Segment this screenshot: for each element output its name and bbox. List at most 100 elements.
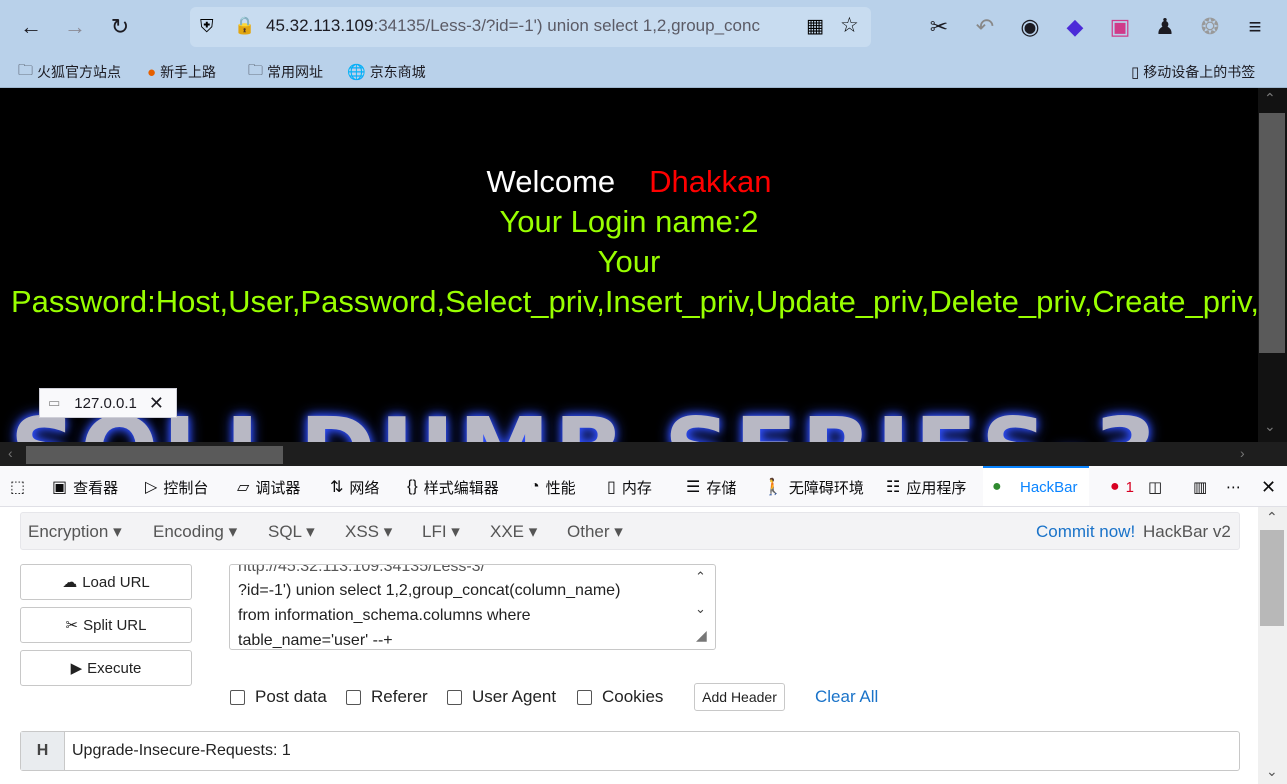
referer-checkbox[interactable]: Referer bbox=[346, 687, 428, 707]
clear-all-link[interactable]: Clear All bbox=[815, 687, 878, 707]
tab-hackbar[interactable]: ● HackBar bbox=[983, 466, 1089, 506]
puzzle-extension-icon[interactable]: ❂ bbox=[1192, 8, 1228, 46]
tab-console[interactable]: ▷ 控制台 bbox=[145, 476, 208, 498]
split-url-button[interactable]: ✂ Split URL bbox=[20, 607, 192, 643]
menu-encoding[interactable]: Encoding ▾ bbox=[153, 522, 237, 542]
panel-scroll-thumb[interactable] bbox=[1260, 530, 1284, 626]
qr-code-icon[interactable]: ▦ bbox=[806, 15, 824, 38]
scroll-down-icon[interactable]: ⌄ bbox=[1264, 418, 1276, 435]
tab-label: 内存 bbox=[621, 479, 652, 497]
status-tooltip: ▭ 127.0.0.1 ✕ bbox=[39, 388, 177, 418]
login-name-text: Your Login name:2 bbox=[499, 204, 759, 239]
bookmark-jd[interactable]: 🌐 京东商城 bbox=[347, 61, 426, 83]
dock-icon[interactable]: ▥ bbox=[1193, 476, 1207, 498]
textarea-scroll-down-icon[interactable]: ⌄ bbox=[695, 601, 706, 617]
menu-other[interactable]: Other ▾ bbox=[567, 522, 623, 542]
circle-extension-icon[interactable]: ◉ bbox=[1012, 8, 1048, 46]
page-content: Welcome Dhakkan Your Login name:2 Your Pa… bbox=[0, 88, 1258, 442]
caret-down-icon: ▾ bbox=[451, 522, 460, 541]
cookies-checkbox[interactable]: Cookies bbox=[577, 687, 663, 707]
tab-inspector[interactable]: ▣ 查看器 bbox=[52, 476, 118, 498]
menu-sql[interactable]: SQL ▾ bbox=[268, 522, 315, 542]
scroll-thumb[interactable] bbox=[1259, 113, 1285, 353]
url-textarea[interactable]: http://45.32.113.109:34135/Less-3/ ?id=-… bbox=[229, 564, 716, 650]
tab-label: 查看器 bbox=[73, 479, 119, 497]
cloud-download-icon: ☁ bbox=[62, 574, 78, 591]
close-devtools-icon[interactable]: ✕ bbox=[1261, 476, 1276, 498]
debugger-icon: ▱ bbox=[237, 479, 250, 496]
bookmark-star-icon[interactable]: ☆ bbox=[840, 13, 859, 38]
load-url-button[interactable]: ☁ Load URL bbox=[20, 564, 192, 600]
tab-storage[interactable]: ☰ 存储 bbox=[686, 476, 736, 498]
menu-xxe[interactable]: XXE ▾ bbox=[490, 522, 537, 542]
layers-extension-icon[interactable]: ◆ bbox=[1057, 8, 1093, 46]
accessibility-icon: 🚶 bbox=[763, 479, 783, 496]
menu-icon[interactable]: ≡ bbox=[1237, 8, 1273, 46]
tab-performance[interactable]: ◔ 性能 bbox=[530, 476, 576, 498]
header-value-input[interactable]: Upgrade-Insecure-Requests: 1 bbox=[72, 742, 291, 760]
colorful-extension-icon[interactable]: ▣ bbox=[1102, 8, 1138, 46]
caret-down-icon: ▾ bbox=[383, 522, 393, 541]
checkbox-box[interactable] bbox=[577, 689, 592, 705]
horizontal-scroll-thumb[interactable] bbox=[26, 446, 283, 464]
page-vertical-scrollbar[interactable]: ⌃ ⌄ bbox=[1258, 88, 1287, 442]
scroll-up-icon[interactable]: ⌃ bbox=[1266, 509, 1278, 526]
checkbox-box[interactable] bbox=[230, 689, 245, 705]
textarea-scroll-up-icon[interactable]: ⌃ bbox=[695, 569, 706, 585]
insecure-lock-icon[interactable]: 🔒 bbox=[234, 16, 255, 36]
hacker-extension-icon[interactable]: ♟ bbox=[1147, 8, 1183, 46]
bookmark-common-sites[interactable]: 🗀 常用网址 bbox=[248, 61, 323, 83]
post-data-checkbox[interactable]: Post data bbox=[230, 687, 327, 707]
menu-label: XSS bbox=[345, 522, 380, 541]
url-bar[interactable]: ⛨ 🔒 45.32.113.109:34135/Less-3/?id=-1') … bbox=[190, 7, 871, 47]
bookmark-firefox-official[interactable]: 🗀 火狐官方站点 bbox=[18, 61, 121, 83]
scroll-left-icon[interactable]: ‹ bbox=[8, 445, 13, 461]
menu-label: XXE bbox=[490, 522, 525, 541]
checkbox-box[interactable] bbox=[447, 689, 462, 705]
url-line: from information_schema.columns where bbox=[238, 607, 531, 624]
tab-network[interactable]: ⇅ 网络 bbox=[330, 476, 379, 498]
header-label: H bbox=[21, 732, 65, 770]
tab-label: 存储 bbox=[706, 479, 737, 497]
caret-down-icon: ▾ bbox=[113, 522, 122, 541]
element-picker-icon[interactable]: ⬚ bbox=[10, 476, 31, 498]
mobile-bookmarks[interactable]: ▯ 移动设备上的书签 bbox=[1131, 61, 1255, 83]
tab-label: 无障碍环境 bbox=[788, 479, 864, 497]
back-icon[interactable]: ← bbox=[13, 8, 49, 46]
crop-icon[interactable]: ✂ bbox=[921, 8, 957, 46]
undo-icon[interactable]: ↶ bbox=[967, 8, 1003, 46]
resize-handle-icon[interactable]: ◢ bbox=[696, 627, 707, 644]
error-count-badge[interactable]: ● 1 bbox=[1110, 476, 1134, 498]
add-header-button[interactable]: Add Header bbox=[694, 683, 785, 711]
user-agent-checkbox[interactable]: User Agent bbox=[447, 687, 556, 707]
tab-label: 调试器 bbox=[255, 479, 301, 497]
checkbox-box[interactable] bbox=[346, 689, 361, 705]
scroll-right-icon[interactable]: › bbox=[1240, 445, 1245, 461]
button-label: Load URL bbox=[82, 573, 150, 591]
reload-icon[interactable]: ↻ bbox=[102, 8, 138, 46]
execute-button[interactable]: ▶ Execute bbox=[20, 650, 192, 686]
scroll-down-icon[interactable]: ⌄ bbox=[1266, 763, 1278, 780]
tab-memory[interactable]: ▯ 内存 bbox=[607, 476, 652, 498]
menu-lfi[interactable]: LFI ▾ bbox=[422, 522, 460, 542]
tab-style-editor[interactable]: {} 样式编辑器 bbox=[407, 476, 499, 498]
header-row: H Upgrade-Insecure-Requests: 1 bbox=[20, 731, 1240, 771]
menu-xss[interactable]: XSS ▾ bbox=[345, 522, 392, 542]
password-value: Password:Host,User,Password,Select_priv,… bbox=[11, 284, 1258, 319]
close-icon[interactable]: ✕ bbox=[149, 393, 164, 414]
forward-icon[interactable]: → bbox=[57, 8, 93, 46]
sqli-banner-image: SQLI DUMB SERIES-3 bbox=[10, 398, 1258, 442]
tab-application[interactable]: ☷ 应用程序 bbox=[886, 476, 966, 498]
scroll-up-icon[interactable]: ⌃ bbox=[1264, 90, 1276, 107]
more-options-icon[interactable]: ⋯ bbox=[1226, 476, 1241, 498]
split-console-icon[interactable]: ◫ bbox=[1148, 476, 1162, 498]
checkbox-label: Referer bbox=[371, 687, 428, 706]
tab-debugger[interactable]: ▱ 调试器 bbox=[237, 476, 300, 498]
shield-icon[interactable]: ⛨ bbox=[200, 16, 214, 37]
bookmark-getting-started[interactable]: ● 新手上路 bbox=[147, 61, 216, 83]
url-text[interactable]: 45.32.113.109:34135/Less-3/?id=-1') unio… bbox=[266, 16, 796, 38]
url-line: table_name='user' --+ bbox=[238, 632, 393, 649]
menu-encryption[interactable]: Encryption ▾ bbox=[28, 522, 122, 542]
commit-now-link[interactable]: Commit now! bbox=[1036, 522, 1135, 542]
tab-accessibility[interactable]: 🚶 无障碍环境 bbox=[763, 476, 864, 498]
